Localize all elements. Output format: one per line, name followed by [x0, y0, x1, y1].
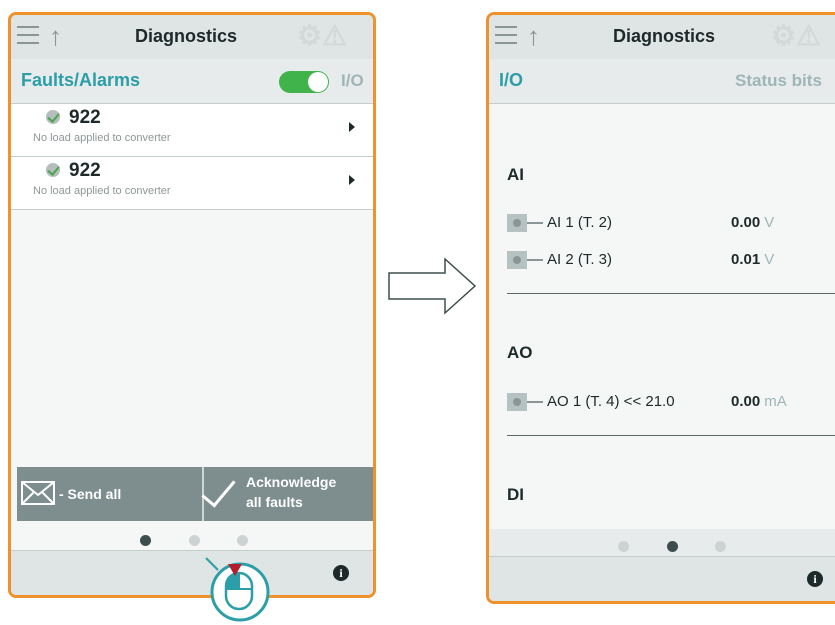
mouse-click-icon — [205, 557, 270, 622]
bottom-bar: i — [489, 556, 835, 601]
send-all-label: - Send all — [59, 486, 122, 502]
chevron-right-icon — [349, 122, 355, 132]
tab-bar: Faults/Alarms I/O — [11, 59, 373, 104]
bottom-bar: i — [11, 550, 373, 595]
right-screen-panel: ↑ Diagnostics ⚙⚠ I/O Status bits AI AI 1… — [486, 12, 835, 604]
page-dot[interactable] — [667, 541, 678, 552]
page-title: Diagnostics — [613, 26, 716, 46]
analog-input-icon — [507, 214, 527, 232]
page-dot[interactable] — [140, 535, 151, 546]
io-label: AI 1 (T. 2) — [547, 214, 613, 231]
up-arrow-icon[interactable]: ↑ — [527, 21, 540, 51]
section-ao-heading: AO — [507, 343, 533, 362]
tab-faults-alarms[interactable]: Faults/Alarms — [21, 70, 140, 91]
tab-io[interactable]: I/O — [341, 71, 364, 91]
title-bar: ↑ Diagnostics ⚙⚠ — [11, 15, 373, 59]
page-dot[interactable] — [618, 541, 629, 552]
analog-input-icon — [507, 251, 527, 269]
page-title: Diagnostics — [135, 26, 238, 46]
view-toggle[interactable] — [279, 71, 329, 93]
envelope-icon — [21, 481, 55, 505]
io-value: 0.00 V — [731, 214, 775, 231]
fault-code: 922 — [69, 107, 101, 128]
checkmark-icon — [201, 471, 236, 508]
title-bar: ↑ Diagnostics ⚙⚠ — [489, 15, 835, 59]
fault-description: No load applied to converter — [33, 185, 171, 197]
send-all-button[interactable]: - Send all — [17, 467, 204, 521]
io-value: 0.01 V — [731, 251, 775, 268]
fault-acknowledged-icon — [46, 110, 60, 124]
io-label: AI 2 (T. 3) — [547, 251, 613, 268]
fault-acknowledged-icon — [46, 163, 60, 177]
fault-description: No load applied to converter — [33, 132, 171, 144]
io-label: AO 1 (T. 4) << 21.0 — [547, 393, 675, 410]
hamburger-icon[interactable] — [17, 26, 39, 46]
tab-bar: I/O Status bits — [489, 59, 835, 104]
page-dot[interactable] — [237, 535, 248, 546]
io-value: 0.00 mA — [731, 393, 787, 410]
action-bar: - Send all Acknowledge all faults — [17, 467, 373, 521]
section-di-heading: DI — [507, 485, 524, 504]
fault-list-item[interactable]: 922 No load applied to converter — [11, 104, 373, 157]
left-screen-panel: ↑ Diagnostics ⚙⚠ Faults/Alarms I/O 922 N… — [8, 12, 376, 598]
ghost-status-icon: ⚙⚠ — [771, 20, 822, 51]
analog-output-icon — [507, 393, 527, 411]
page-dot[interactable] — [189, 535, 200, 546]
right-arrow-icon — [388, 257, 477, 315]
section-divider — [507, 435, 835, 436]
chevron-right-icon — [349, 175, 355, 185]
acknowledge-all-button[interactable]: Acknowledge all faults — [201, 467, 373, 521]
info-icon[interactable]: i — [807, 571, 823, 587]
up-arrow-icon[interactable]: ↑ — [49, 21, 62, 51]
fault-code: 922 — [69, 160, 101, 181]
ghost-status-icon: ⚙⚠ — [297, 20, 348, 51]
toggle-knob — [308, 72, 328, 92]
fault-list-item[interactable]: 922 No load applied to converter — [11, 157, 373, 210]
acknowledge-label-line2: all faults — [246, 494, 303, 510]
acknowledge-label: Acknowledge — [246, 474, 337, 490]
tab-status-bits[interactable]: Status bits — [735, 71, 822, 91]
hamburger-icon[interactable] — [495, 26, 517, 46]
info-icon[interactable]: i — [333, 565, 349, 581]
section-ai-heading: AI — [507, 165, 524, 184]
section-divider — [507, 293, 835, 294]
tab-io[interactable]: I/O — [499, 70, 523, 91]
page-dot[interactable] — [715, 541, 726, 552]
